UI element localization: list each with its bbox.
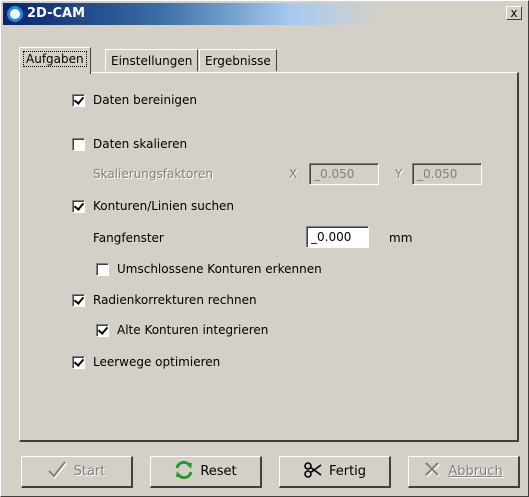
option-radienkorrekturen[interactable]: Radienkorrekturen rechnen (72, 291, 257, 309)
label-radienkorrekturen: Radienkorrekturen rechnen (93, 293, 257, 307)
checkbox-radienkorrekturen[interactable] (72, 293, 85, 307)
label-y: Y (395, 167, 403, 181)
label-mm-unit: mm (389, 231, 413, 245)
window-title: 2D-CAM (27, 6, 86, 21)
fertig-label: Fertig (328, 464, 367, 479)
tab-ergebnisse[interactable]: Ergebnisse (199, 49, 277, 71)
label-umschlossene-konturen: Umschlossene Konturen erkennen (117, 262, 322, 276)
scale-y-input[interactable]: _0.050 (412, 163, 482, 185)
tab-label: Einstellungen (111, 54, 193, 68)
tab-label: Ergebnisse (205, 54, 271, 68)
checkbox-leerwege[interactable] (72, 355, 85, 369)
cancel-icon (424, 461, 442, 483)
fangfenster-input[interactable]: _0.000 (306, 226, 369, 248)
option-daten-skalieren[interactable]: Daten skalieren (72, 135, 187, 153)
label-daten-bereinigen: Daten bereinigen (93, 93, 198, 107)
checkbox-daten-skalieren[interactable] (72, 137, 85, 151)
app-icon (7, 6, 23, 22)
check-icon (47, 460, 68, 483)
tab-aufgaben[interactable]: Aufgaben (19, 47, 91, 74)
option-konturen-suchen[interactable]: Konturen/Linien suchen (72, 197, 234, 215)
refresh-icon (174, 460, 194, 484)
title-bar[interactable]: 2D-CAM x (3, 3, 526, 25)
dialog-window: 2D-CAM x Aufgaben Einstellungen Ergebnis… (0, 0, 529, 497)
label-daten-skalieren: Daten skalieren (93, 137, 188, 151)
label-leerwege: Leerwege optimieren (93, 355, 221, 369)
tab-panel-aufgaben: Daten bereinigen Daten skalieren Skalier… (19, 72, 519, 442)
checkbox-umschlossene-konturen[interactable] (96, 262, 109, 276)
label-x: X (289, 167, 298, 181)
reset-button[interactable]: Reset (150, 456, 262, 488)
scale-x-input[interactable]: _0.050 (309, 163, 379, 185)
checkbox-konturen-suchen[interactable] (72, 199, 85, 213)
option-alte-konturen[interactable]: Alte Konturen integrieren (96, 321, 268, 339)
checkbox-alte-konturen[interactable] (96, 323, 109, 337)
tab-label: Aufgaben (23, 51, 87, 67)
label-fangfenster: Fangfenster (93, 231, 164, 245)
label-alte-konturen: Alte Konturen integrieren (117, 323, 269, 337)
option-daten-bereinigen[interactable]: Daten bereinigen (72, 91, 197, 109)
label-skalierungsfaktoren: Skalierungsfaktoren (93, 167, 214, 181)
scissors-icon (303, 461, 323, 483)
close-button[interactable]: x (506, 6, 522, 20)
tab-einstellungen[interactable]: Einstellungen (105, 49, 199, 71)
start-label: Start (73, 464, 106, 479)
option-umschlossene-konturen[interactable]: Umschlossene Konturen erkennen (96, 260, 322, 278)
abbruch-button[interactable]: Abbruch (408, 456, 520, 488)
option-leerwege[interactable]: Leerwege optimieren (72, 353, 220, 371)
checkbox-daten-bereinigen[interactable] (72, 93, 85, 107)
reset-label: Reset (200, 464, 237, 479)
start-button[interactable]: Start (21, 456, 133, 488)
abbruch-label: Abbruch (448, 464, 503, 479)
fertig-button[interactable]: Fertig (279, 456, 391, 488)
label-konturen-suchen: Konturen/Linien suchen (93, 199, 235, 213)
